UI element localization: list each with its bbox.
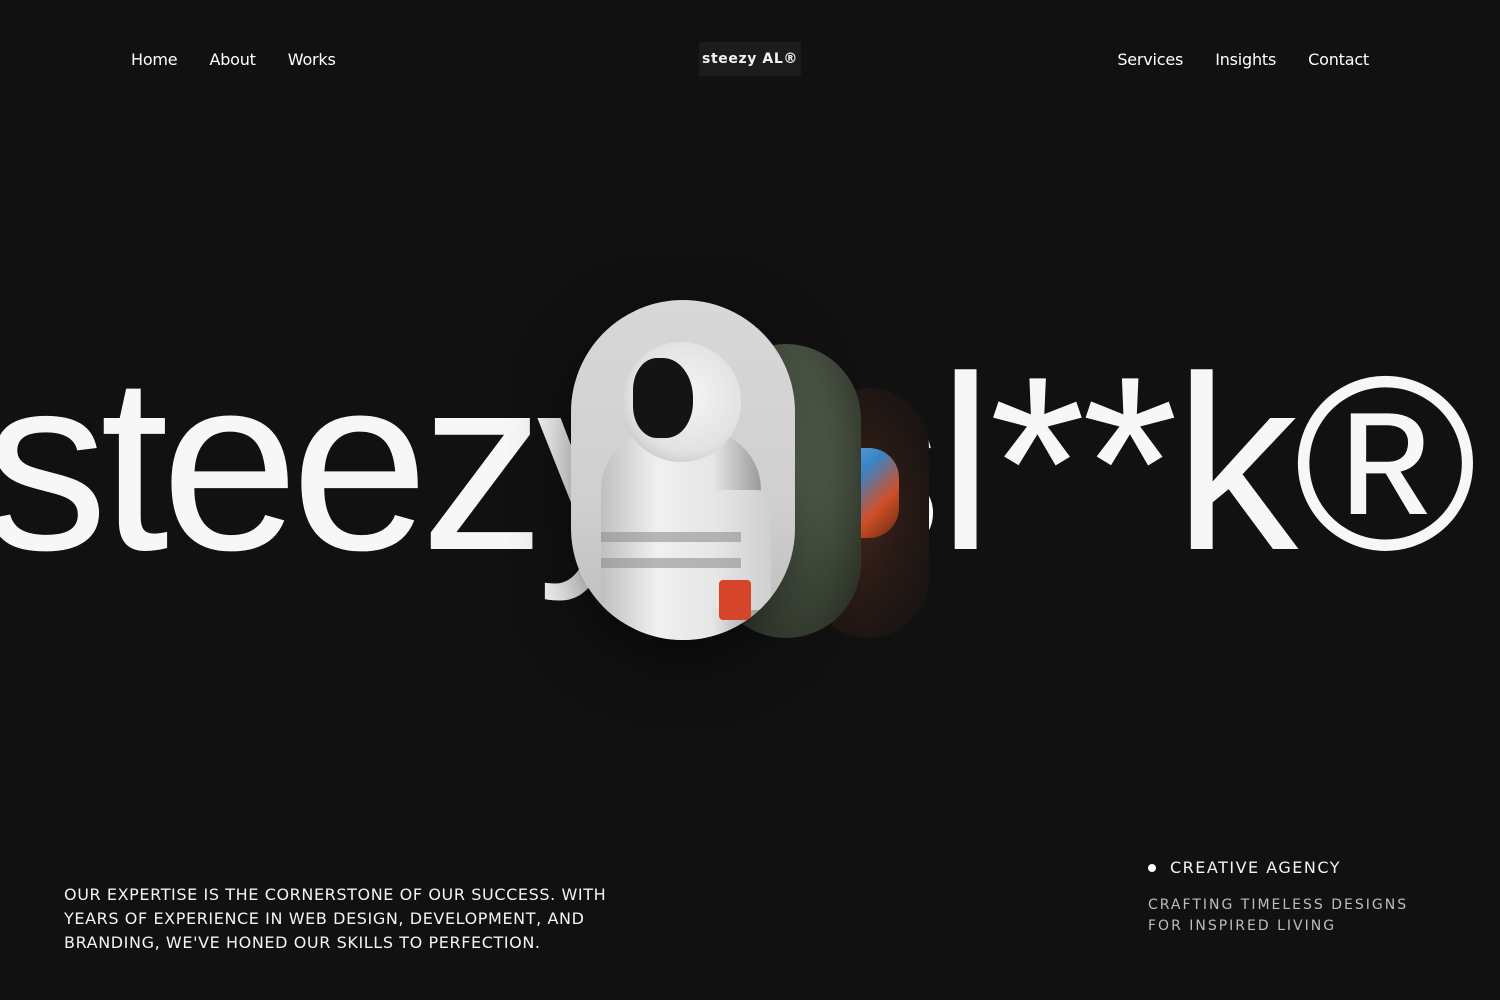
hero-wordmark-left: steezy [0, 324, 661, 602]
nav-link-contact[interactable]: Contact [1308, 48, 1369, 72]
suit-strap [601, 532, 741, 542]
nav-link-insights[interactable]: Insights [1215, 48, 1276, 72]
expertise-paragraph: Our expertise is the cornerstone of our … [64, 885, 607, 952]
agency-label: CREATIVE AGENCY [1170, 858, 1342, 877]
nav-left: Home About Works [131, 48, 336, 72]
bullet-dot-icon [1148, 863, 1156, 872]
red-patch [719, 580, 751, 620]
nav-link-home[interactable]: Home [131, 48, 178, 72]
agency-label-row: CREATIVE AGENCY [1148, 858, 1448, 877]
page: Home About Works steezy AL® Services Ins… [0, 0, 1500, 1000]
nav-right: Services Insights Contact [1117, 48, 1369, 72]
hero-image-stack [571, 300, 931, 660]
nav-link-services[interactable]: Services [1117, 48, 1183, 72]
agency-block: CREATIVE AGENCY CRAFTING TIMELESS DESIGN… [1148, 858, 1448, 937]
nav-link-about[interactable]: About [209, 48, 256, 72]
nav-link-works[interactable]: Works [288, 48, 336, 72]
agency-tagline: CRAFTING TIMELESS DESIGNS FOR INSPIRED L… [1148, 897, 1409, 934]
suit-strap [601, 558, 741, 568]
logo-badge[interactable]: steezy AL® [699, 42, 801, 76]
astronaut-image [571, 300, 795, 640]
astronaut-visor [633, 358, 693, 438]
